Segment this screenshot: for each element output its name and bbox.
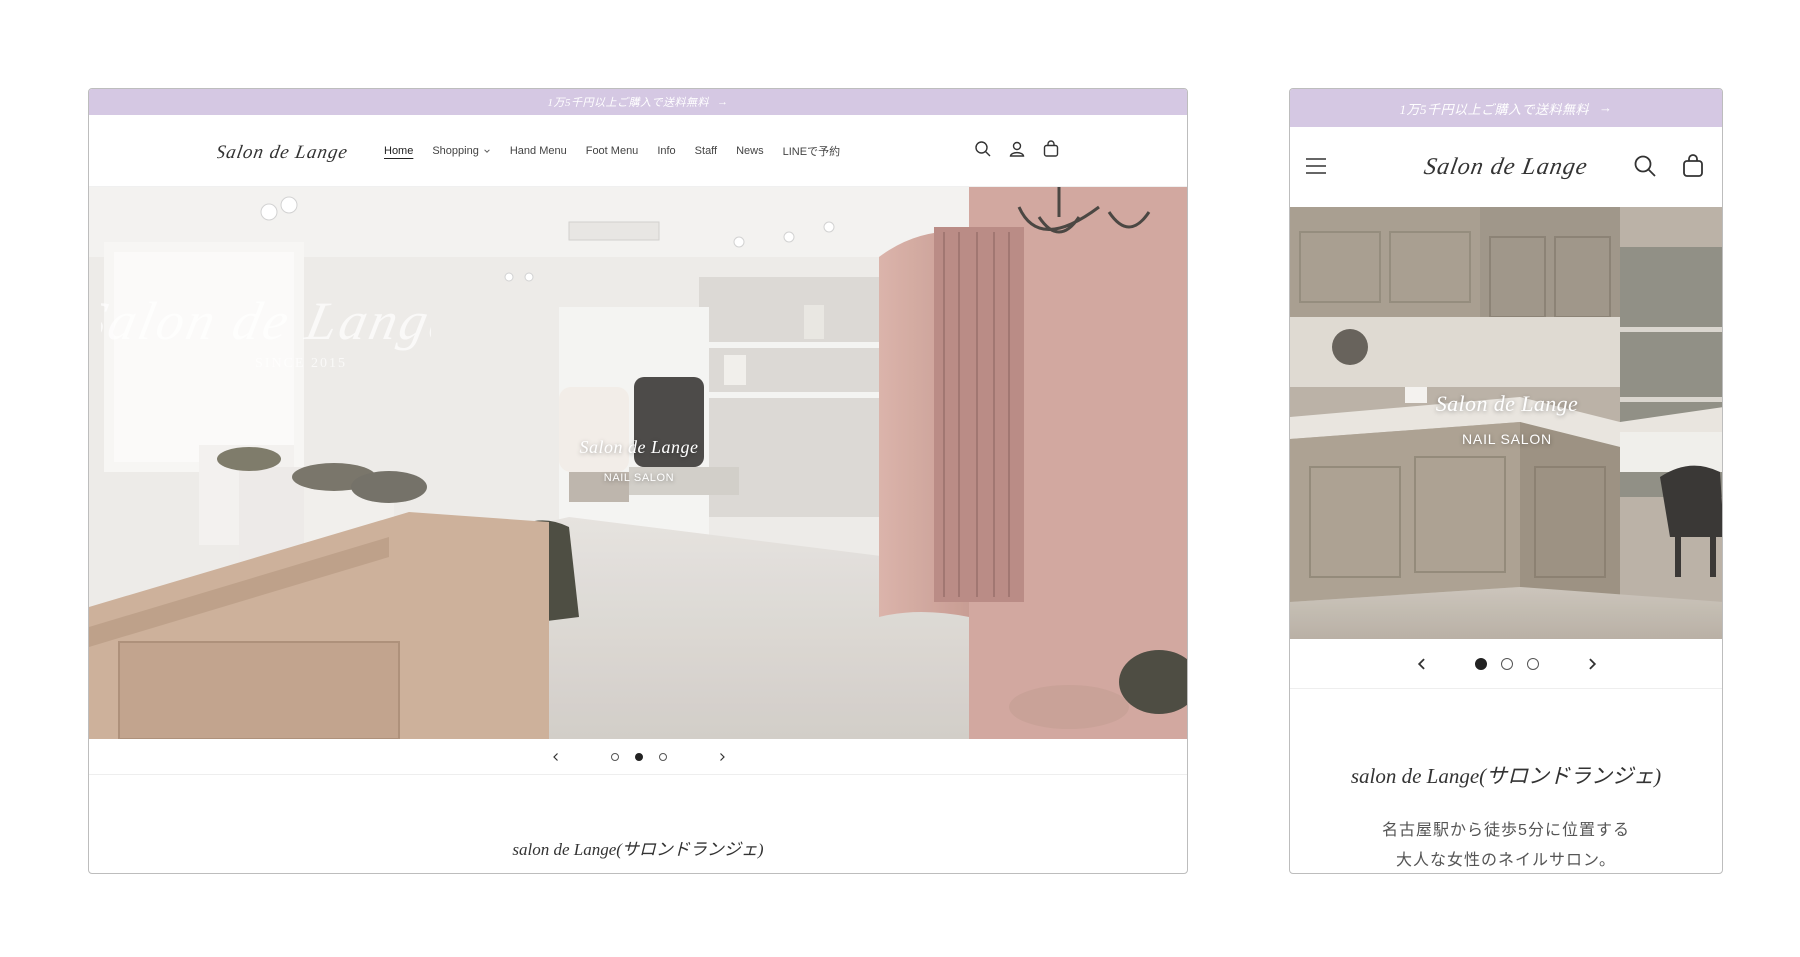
nav-item-home[interactable]: Home bbox=[384, 145, 413, 157]
hero-script-text: Salon de Lange bbox=[101, 291, 431, 351]
logo-text: Salon de Lange bbox=[1422, 153, 1590, 180]
nav-item-hand-menu[interactable]: Hand Menu bbox=[510, 145, 567, 157]
cart-icon[interactable] bbox=[1680, 153, 1706, 179]
nav-item-info[interactable]: Info bbox=[657, 145, 675, 157]
slideshow-controls bbox=[1290, 639, 1722, 689]
mobile-frame: 1万5千円以上ご購入で送料無料 → Salon de Lange Salon d… bbox=[1289, 88, 1723, 874]
nav-item-label: Shopping bbox=[432, 145, 479, 157]
search-icon[interactable] bbox=[973, 139, 993, 159]
chevron-down-icon bbox=[484, 149, 490, 153]
intro-description: 名古屋駅から徒歩5分に位置する 大人な女性のネイルサロン。 bbox=[1290, 816, 1722, 873]
description-line: 大人な女性のネイルサロン。 bbox=[1395, 852, 1617, 869]
slide-dot-1[interactable] bbox=[1475, 657, 1487, 670]
announcement-bar[interactable]: 1万5千円以上ご購入で送料無料 → bbox=[1290, 89, 1722, 127]
announcement-text: 1万5千円以上ご購入で送料無料 bbox=[547, 97, 709, 109]
nav-item-staff[interactable]: Staff bbox=[695, 145, 717, 157]
header-icons bbox=[973, 139, 1061, 159]
hero-title: Salon de Lange bbox=[579, 437, 699, 457]
announcement-text: 1万5千円以上ご購入で送料無料 bbox=[1399, 101, 1589, 117]
nav-item-news[interactable]: News bbox=[736, 145, 764, 157]
announcement-bar[interactable]: 1万5千円以上ご購入で送料無料 → bbox=[89, 89, 1187, 115]
chevron-right-icon[interactable] bbox=[715, 750, 729, 764]
slide-dot-3[interactable] bbox=[659, 752, 667, 761]
arrow-right-icon: → bbox=[717, 96, 729, 108]
account-icon[interactable] bbox=[1007, 139, 1027, 159]
menu-icon[interactable] bbox=[1304, 154, 1328, 178]
hero-script-since: SINCE 2015 bbox=[255, 356, 347, 371]
chevron-left-icon[interactable] bbox=[1415, 657, 1429, 671]
logo[interactable]: Salon de Lange bbox=[1420, 147, 1592, 187]
hero-subtitle: NAIL SALON bbox=[1462, 431, 1552, 447]
logo[interactable]: Salon de Lange bbox=[217, 135, 347, 169]
nav-item-line-booking[interactable]: LINEで予約 bbox=[783, 143, 840, 159]
description-line: 名古屋駅から徒歩5分に位置する bbox=[1382, 822, 1630, 839]
hero-image: Salon de Lange NAIL SALON bbox=[1290, 207, 1722, 639]
chevron-right-icon[interactable] bbox=[1585, 657, 1599, 671]
intro-title: salon de Lange(サロンドランジェ) bbox=[512, 840, 764, 859]
site-header: Salon de Lange Home Shopping Hand Menu F… bbox=[89, 115, 1187, 187]
intro-title: salon de Lange(サロンドランジェ) bbox=[1350, 764, 1662, 788]
slide-dot-1[interactable] bbox=[611, 752, 619, 761]
site-header: Salon de Lange bbox=[1290, 127, 1722, 207]
desktop-frame: 1万5千円以上ご購入で送料無料 → Salon de Lange Home Sh… bbox=[88, 88, 1188, 874]
slide-dot-3[interactable] bbox=[1527, 657, 1539, 670]
arrow-right-icon: → bbox=[1599, 100, 1613, 115]
nav-item-shopping[interactable]: Shopping bbox=[432, 145, 491, 157]
hero-image: Salon de Lange SINCE 2015 Salon de Lange… bbox=[89, 187, 1187, 739]
nav-item-foot-menu[interactable]: Foot Menu bbox=[586, 145, 639, 157]
main-nav: Home Shopping Hand Menu Foot Menu Info S… bbox=[384, 115, 840, 187]
cart-icon[interactable] bbox=[1041, 139, 1061, 159]
hero-caption: Salon de Lange NAIL SALON bbox=[1290, 391, 1722, 447]
search-icon[interactable] bbox=[1632, 153, 1658, 179]
hero-caption: Salon de Lange NAIL SALON bbox=[89, 437, 1187, 484]
slideshow-controls bbox=[89, 739, 1187, 775]
chevron-left-icon[interactable] bbox=[549, 750, 563, 764]
hero-title: Salon de Lange bbox=[1435, 391, 1579, 416]
hero-script-logo: Salon de Lange SINCE 2015 bbox=[101, 291, 431, 371]
hero-subtitle: NAIL SALON bbox=[603, 472, 675, 484]
slide-dot-2[interactable] bbox=[1501, 657, 1513, 670]
logo-text: Salon de Lange bbox=[217, 142, 347, 163]
slide-dot-2[interactable] bbox=[635, 752, 643, 761]
